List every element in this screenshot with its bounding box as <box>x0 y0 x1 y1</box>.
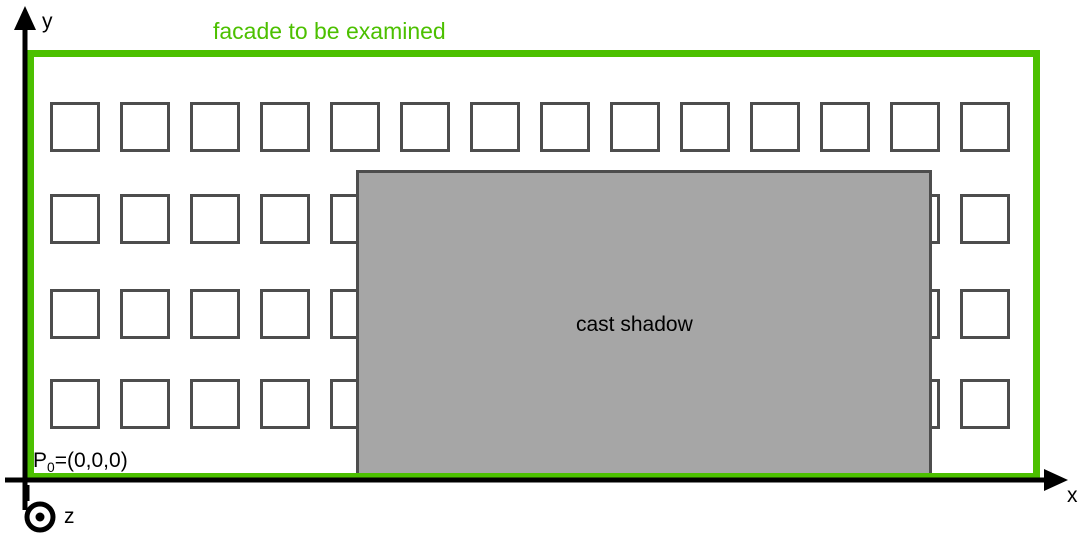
origin-point-label: P0=(0,0,0) <box>33 449 128 475</box>
z-axis-label: z <box>64 505 75 528</box>
window-pane <box>190 379 240 429</box>
window-pane <box>960 289 1010 339</box>
y-axis-label: y <box>42 10 53 33</box>
window-pane <box>960 102 1010 152</box>
window-pane <box>610 102 660 152</box>
y-axis-arrowhead <box>14 6 36 30</box>
facade-shadow-diagram <box>5 6 1068 533</box>
diagram-canvas: facade to be examined cast shadow P0=(0,… <box>0 0 1092 540</box>
cast-shadow-label: cast shadow <box>576 313 693 336</box>
window-pane <box>750 102 800 152</box>
window-pane <box>540 102 590 152</box>
window-pane <box>260 289 310 339</box>
window-pane <box>260 194 310 244</box>
window-pane <box>50 102 100 152</box>
facade-label: facade to be examined <box>213 18 446 44</box>
origin-label-subscript: 0 <box>47 459 55 476</box>
origin-label-coords: =(0,0,0) <box>54 449 128 472</box>
x-axis-label: x <box>1067 484 1078 507</box>
window-pane <box>960 194 1010 244</box>
window-pane <box>50 289 100 339</box>
window-pane <box>190 289 240 339</box>
window-pane <box>260 379 310 429</box>
window-pane <box>680 102 730 152</box>
window-pane <box>400 102 450 152</box>
origin-label-base: P <box>33 449 48 472</box>
x-axis-arrowhead <box>1044 469 1068 491</box>
window-pane <box>190 194 240 244</box>
window-pane <box>50 379 100 429</box>
window-pane <box>470 102 520 152</box>
window-pane <box>260 102 310 152</box>
window-pane <box>120 102 170 152</box>
window-pane <box>120 379 170 429</box>
window-pane <box>190 102 240 152</box>
window-pane <box>960 379 1010 429</box>
window-pane <box>120 194 170 244</box>
window-pane <box>890 102 940 152</box>
window-pane <box>820 102 870 152</box>
window-pane <box>50 194 100 244</box>
window-pane <box>330 102 380 152</box>
z-axis-dot-icon <box>35 512 45 522</box>
window-pane <box>120 289 170 339</box>
